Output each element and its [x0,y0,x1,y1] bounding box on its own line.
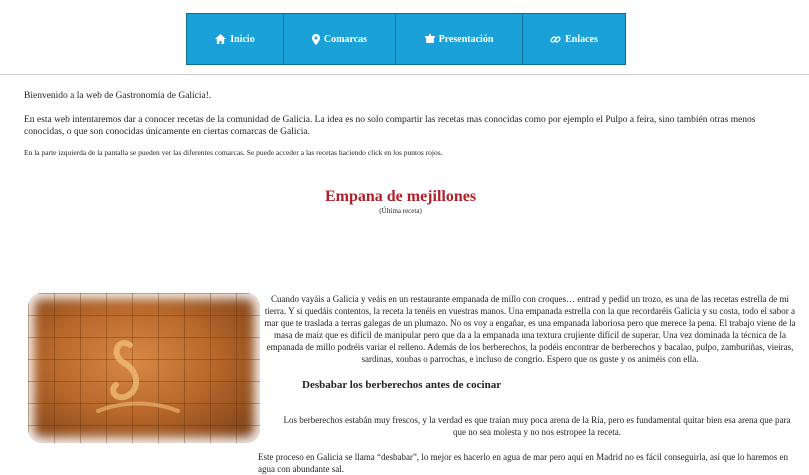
map-marker-icon [311,33,320,45]
section-title: Desbabar los berberechos antes de cocina… [302,379,502,391]
desbabar-text: Este proceso en Galicia se llama “desbab… [258,452,789,474]
recipe-subtitle: (Última receta) [379,207,422,215]
nav-item-presentacion[interactable]: Presentación [396,14,523,64]
main-nav: Inicio Comarcas Presentación Enlaces [186,13,626,65]
section-text: Los berberechos estabán muy frescos, y l… [283,415,791,437]
recipe-body: Cuando vayáis a Galicia y veáis en un re… [264,294,796,364]
nav-item-enlaces[interactable]: Enlaces [523,14,625,64]
nav-label-enlaces: Enlaces [565,33,598,45]
welcome-text: Bienvenido a la web de Gastronomía de Ga… [24,91,212,101]
link-icon [550,35,561,43]
empanada-emblem [96,340,180,413]
recipe-title[interactable]: Empana de mejillones [0,188,801,206]
nav-item-comarcas[interactable]: Comarcas [284,14,396,64]
empanada-photo [28,293,260,443]
home-icon [215,34,227,44]
nav-label-inicio: Inicio [230,33,255,45]
nav-label-presentacion: Presentación [438,33,494,45]
intro-text: En esta web intentaremos dar a conocer r… [24,115,756,137]
nav-label-comarcas: Comarcas [323,33,368,45]
nav-item-inicio[interactable]: Inicio [187,14,284,64]
hint-text: En la parte izquierda de la pantalla se … [24,148,443,157]
pot-icon [424,34,435,43]
header-divider [0,74,809,75]
